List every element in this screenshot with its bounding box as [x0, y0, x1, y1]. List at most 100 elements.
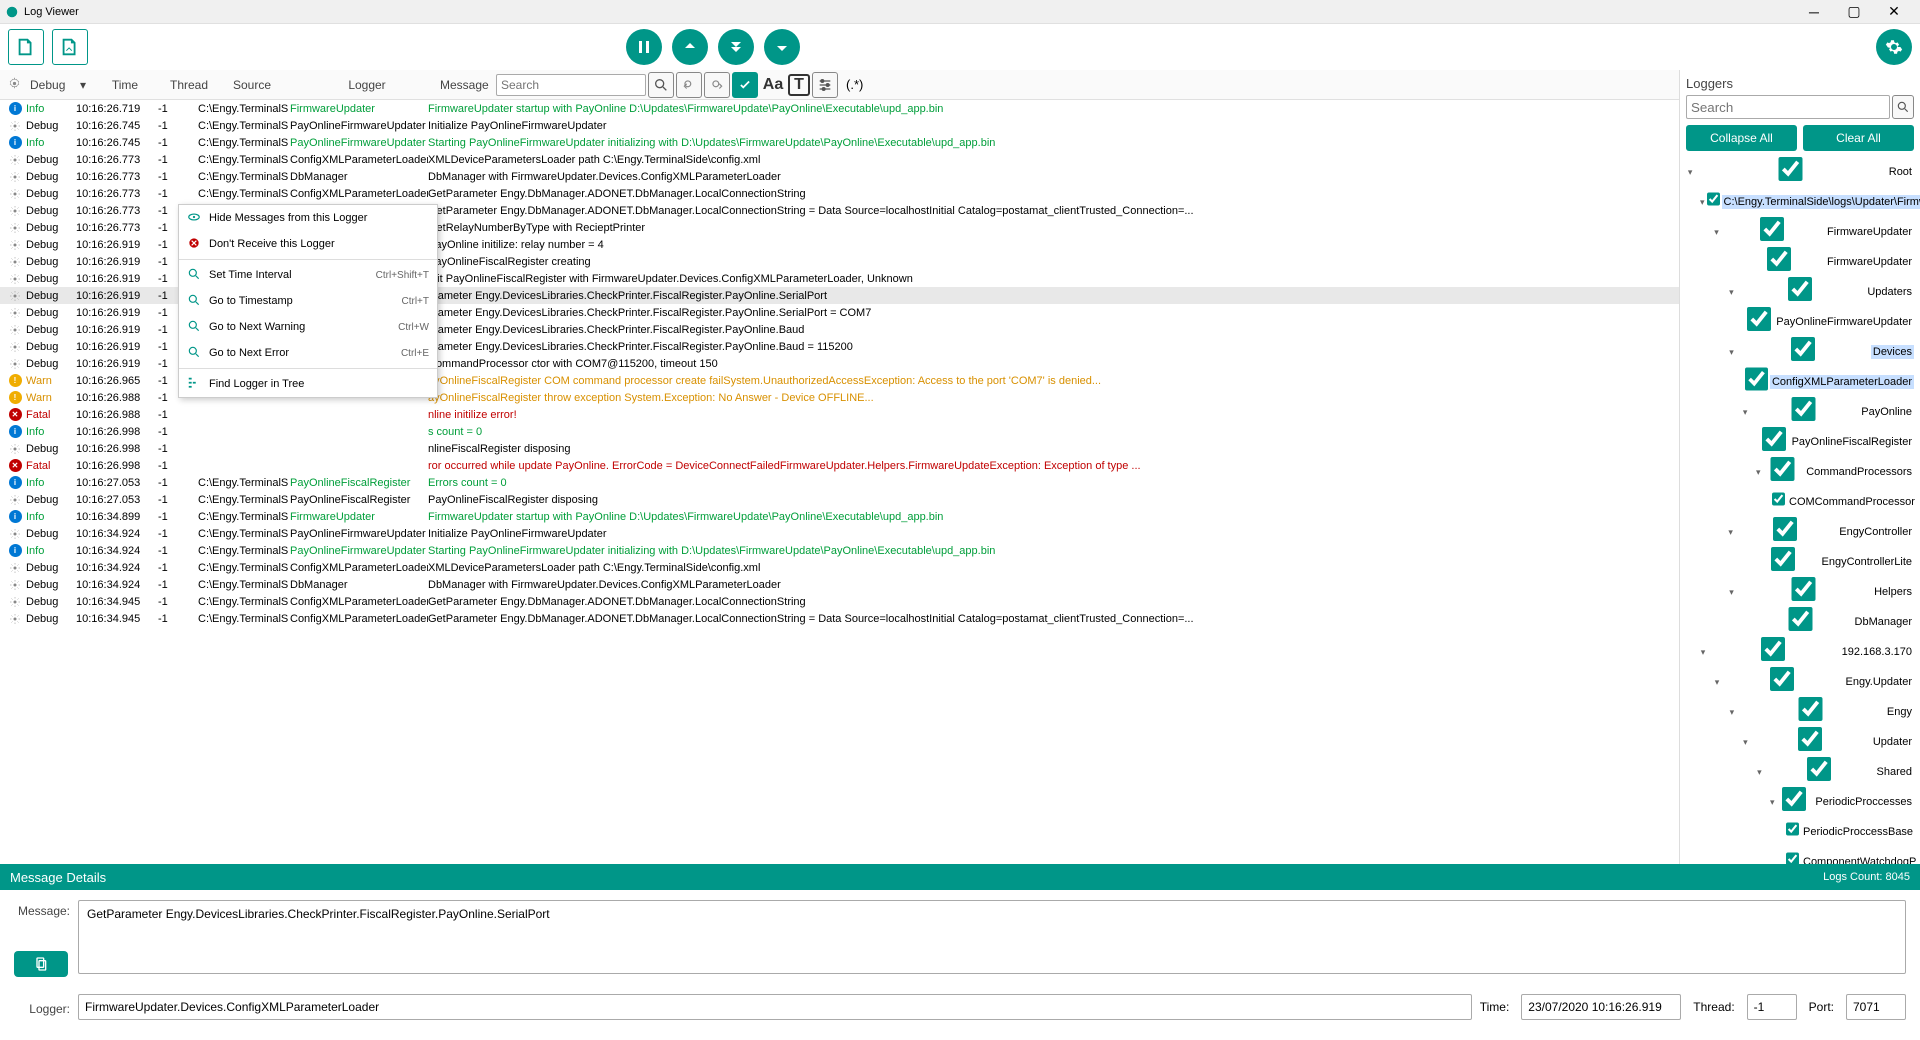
search-button[interactable] — [648, 72, 674, 98]
log-row[interactable]: iInfo10:16:26.745-1C:\Engy.TerminalSPayO… — [0, 134, 1679, 151]
tree-node[interactable]: ▾Shared — [1686, 757, 1914, 787]
copy-button[interactable] — [14, 951, 68, 977]
tree-node[interactable]: ConfigXMLParameterLoader — [1686, 367, 1914, 397]
collapse-all-button[interactable]: Collapse All — [1686, 125, 1797, 151]
tree-toggle-icon[interactable]: ▾ — [1756, 465, 1761, 479]
message-search-input[interactable] — [496, 74, 646, 96]
logger-value[interactable] — [78, 994, 1472, 1020]
tree-checkbox[interactable] — [1748, 547, 1817, 571]
tree-node[interactable]: ▾Engy.Updater — [1686, 667, 1914, 697]
search-prev-button[interactable] — [676, 72, 702, 98]
log-row[interactable]: iInfo10:16:27.053-1C:\Engy.TerminalSPayO… — [0, 474, 1679, 491]
log-row[interactable]: Debug10:16:34.924-1C:\Engy.TerminalSConf… — [0, 559, 1679, 576]
log-row[interactable]: iInfo10:16:26.719-1C:\Engy.TerminalSFirm… — [0, 100, 1679, 117]
tree-toggle-icon[interactable]: ▾ — [1686, 165, 1694, 179]
col-logger[interactable]: Logger — [298, 78, 436, 92]
tree-node[interactable]: PayOnlineFiscalRegister — [1686, 427, 1914, 457]
log-row[interactable]: Debug10:16:26.773-1C:\Engy.TerminalSConf… — [0, 151, 1679, 168]
tree-node[interactable]: ▾EngyController — [1686, 517, 1914, 547]
ctx-don-t-receive-this-logger[interactable]: Don't Receive this Logger — [179, 231, 437, 257]
search-next-button[interactable] — [704, 72, 730, 98]
tree-node[interactable]: EngyControllerLite — [1686, 547, 1914, 577]
loggers-search-input[interactable] — [1686, 95, 1890, 119]
tree-toggle-icon[interactable]: ▾ — [1700, 195, 1705, 209]
log-row[interactable]: Debug10:16:26.745-1C:\Engy.TerminalSPayO… — [0, 117, 1679, 134]
tree-checkbox[interactable] — [1763, 457, 1803, 481]
log-row[interactable]: Debug10:16:34.924-1C:\Engy.TerminalSPayO… — [0, 525, 1679, 542]
filter-toggle-button[interactable] — [732, 72, 758, 98]
tree-node[interactable]: ComponentWatchdogP — [1686, 847, 1914, 864]
tree-checkbox[interactable] — [1765, 757, 1873, 781]
tree-node[interactable]: ▾FirmwareUpdater — [1686, 217, 1914, 247]
port-value[interactable] — [1846, 994, 1906, 1020]
clear-all-button[interactable]: Clear All — [1803, 125, 1914, 151]
tree-node[interactable]: ▾Devices — [1686, 337, 1914, 367]
tree-node[interactable]: ▾PayOnline — [1686, 397, 1914, 427]
log-row[interactable]: iInfo10:16:34.899-1C:\Engy.TerminalSFirm… — [0, 508, 1679, 525]
message-value[interactable]: GetParameter Engy.DevicesLibraries.Check… — [78, 900, 1906, 974]
thread-value[interactable] — [1747, 994, 1797, 1020]
logger-tree[interactable]: ▾Root▾C:\Engy.TerminalSide\logs\Updater\… — [1686, 157, 1914, 864]
tree-node[interactable]: ▾Root — [1686, 157, 1914, 187]
time-value[interactable] — [1521, 994, 1681, 1020]
open-log-icon[interactable] — [8, 29, 44, 65]
tree-checkbox[interactable] — [1760, 427, 1788, 451]
tree-node[interactable]: COMCommandProcessor — [1686, 487, 1914, 517]
tree-toggle-icon[interactable]: ▾ — [1714, 225, 1719, 239]
ctx-hide-messages-from-this-logger[interactable]: Hide Messages from this Logger — [179, 205, 437, 231]
tree-checkbox[interactable] — [1735, 247, 1823, 271]
scroll-up-button[interactable] — [672, 29, 708, 65]
tree-checkbox[interactable] — [1737, 277, 1864, 301]
log-row[interactable]: Debug10:16:26.773-1C:\Engy.TerminalSDbMa… — [0, 168, 1679, 185]
tree-node[interactable]: PayOnlineFirmwareUpdater — [1686, 307, 1914, 337]
tree-toggle-icon[interactable]: ▾ — [1714, 675, 1720, 689]
tree-node[interactable]: ▾192.168.3.170 — [1686, 637, 1914, 667]
tree-checkbox[interactable] — [1772, 487, 1785, 511]
log-rows[interactable]: iInfo10:16:26.719-1C:\Engy.TerminalSFirm… — [0, 100, 1679, 864]
tree-checkbox[interactable] — [1721, 217, 1823, 241]
tree-toggle-icon[interactable]: ▾ — [1728, 705, 1736, 719]
options-button[interactable] — [812, 72, 838, 98]
col-level[interactable]: Debug — [26, 78, 76, 92]
tree-toggle-icon[interactable]: ▾ — [1700, 645, 1706, 659]
log-row[interactable]: Debug10:16:26.998-1nlineFiscalRegister d… — [0, 440, 1679, 457]
log-row[interactable]: ✕Fatal10:16:26.988-1nline initilize erro… — [0, 406, 1679, 423]
tree-checkbox[interactable] — [1735, 517, 1835, 541]
tree-toggle-icon[interactable]: ▾ — [1728, 345, 1735, 359]
tree-checkbox[interactable] — [1750, 607, 1851, 631]
col-thread[interactable]: Thread — [166, 78, 206, 92]
tree-checkbox[interactable] — [1722, 667, 1842, 691]
tree-checkbox[interactable] — [1696, 157, 1884, 181]
log-row[interactable]: Debug10:16:34.924-1C:\Engy.TerminalSDbMa… — [0, 576, 1679, 593]
col-message[interactable]: Message — [436, 78, 496, 92]
tree-checkbox[interactable] — [1777, 787, 1812, 811]
pause-button[interactable] — [626, 29, 662, 65]
log-row[interactable]: iInfo10:16:26.998-1s count = 0 — [0, 423, 1679, 440]
tree-checkbox[interactable] — [1738, 697, 1883, 721]
ctx-go-to-timestamp[interactable]: Go to TimestampCtrl+T — [179, 288, 437, 314]
maximize-button[interactable]: ▢ — [1840, 2, 1868, 22]
tree-node[interactable]: ▾Helpers — [1686, 577, 1914, 607]
tree-checkbox[interactable] — [1786, 817, 1799, 841]
tree-node[interactable]: ▾CommandProcessors — [1686, 457, 1914, 487]
settings-button[interactable] — [1876, 29, 1912, 65]
loggers-search-button[interactable] — [1892, 95, 1914, 119]
tree-node[interactable]: ▾PeriodicProccesses — [1686, 787, 1914, 817]
log-row[interactable]: iInfo10:16:34.924-1C:\Engy.TerminalSPayO… — [0, 542, 1679, 559]
minimize-button[interactable]: ─ — [1800, 2, 1828, 22]
log-row[interactable]: Debug10:16:26.773-1C:\Engy.TerminalSConf… — [0, 185, 1679, 202]
tree-toggle-icon[interactable]: ▾ — [1770, 795, 1775, 809]
col-time[interactable]: Time — [84, 78, 166, 92]
tree-node[interactable]: PeriodicProccessBase — [1686, 817, 1914, 847]
log-row[interactable]: ✕Fatal10:16:26.998-1ror occurred while u… — [0, 457, 1679, 474]
tree-checkbox[interactable] — [1750, 397, 1857, 421]
tree-node[interactable]: DbManager — [1686, 607, 1914, 637]
tree-node[interactable]: FirmwareUpdater — [1686, 247, 1914, 277]
ctx-go-to-next-error[interactable]: Go to Next ErrorCtrl+E — [179, 340, 437, 366]
tree-checkbox[interactable] — [1751, 727, 1869, 751]
col-source[interactable]: Source — [206, 78, 298, 92]
tree-checkbox[interactable] — [1707, 187, 1720, 211]
tree-toggle-icon[interactable]: ▾ — [1756, 765, 1763, 779]
tree-checkbox[interactable] — [1786, 847, 1799, 864]
tree-checkbox[interactable] — [1737, 337, 1869, 361]
